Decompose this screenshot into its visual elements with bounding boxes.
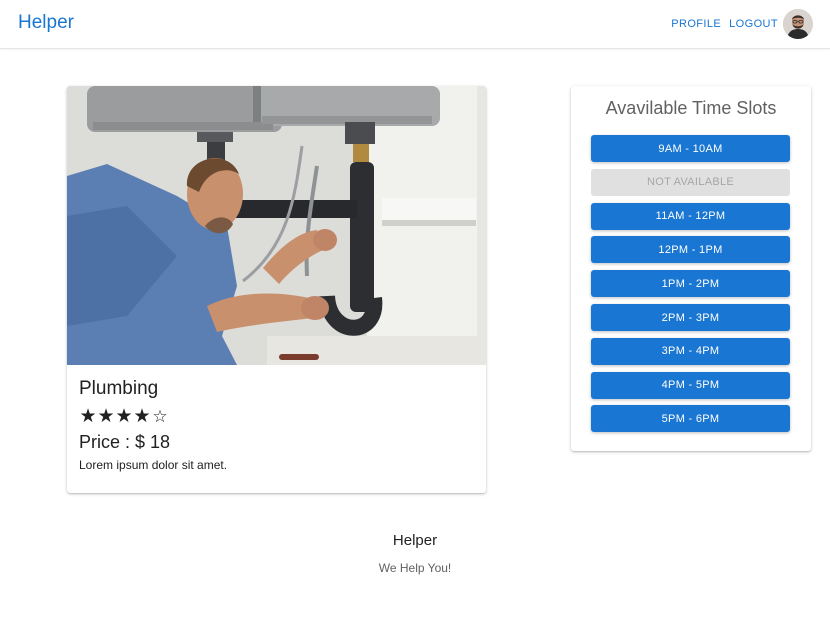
price: Price : $ 18 bbox=[79, 432, 170, 453]
service-card: Plumbing ★ ★ ★ ★ ☆ Price : $ 18 Lorem ipsum … bbox=[67, 86, 486, 493]
time-slots-title: Avavilable Time Slots bbox=[605, 98, 777, 118]
service-description: Lorem ipsum dolor sit amet. bbox=[79, 458, 228, 472]
time-slots-card: Avavilable Time Slots 9AM - 10AM NOT AVAI… bbox=[571, 86, 811, 451]
brand-logo[interactable]: Helper bbox=[18, 12, 74, 34]
logout-link[interactable]: LOGOUT bbox=[729, 18, 778, 30]
plumber-photo bbox=[67, 86, 486, 365]
time-slot-button[interactable]: 11AM - 12PM bbox=[591, 202, 790, 230]
avatar-image bbox=[783, 9, 813, 39]
price-label: Price : $ bbox=[79, 432, 146, 452]
star-filled-icon: ★ bbox=[97, 406, 115, 427]
avatar[interactable] bbox=[783, 9, 813, 39]
time-slot-button[interactable]: 3PM - 4PM bbox=[591, 337, 790, 365]
time-slot-button[interactable]: 1PM - 2PM bbox=[591, 270, 790, 298]
time-slot-button[interactable]: 5PM - 6PM bbox=[591, 405, 790, 433]
time-slot-button[interactable]: 9AM - 10AM bbox=[591, 135, 790, 162]
app-bar: Helper PROFILE LOGOUT bbox=[0, 0, 830, 49]
footer-title: Helper bbox=[392, 532, 438, 549]
profile-link[interactable]: PROFILE bbox=[671, 18, 721, 30]
star-filled-icon: ★ bbox=[79, 406, 97, 427]
service-title: Plumbing bbox=[79, 378, 159, 399]
footer-tagline: We Help You! bbox=[378, 561, 452, 575]
time-slot-button[interactable]: 12PM - 1PM bbox=[591, 236, 790, 264]
time-slot-unavailable: NOT AVAILABLE bbox=[591, 168, 790, 196]
header-nav: PROFILE LOGOUT bbox=[671, 18, 778, 30]
time-slot-button[interactable]: 2PM - 3PM bbox=[591, 304, 790, 331]
price-value: 18 bbox=[150, 432, 171, 452]
star-filled-icon: ★ bbox=[115, 406, 133, 427]
star-filled-icon: ★ bbox=[133, 406, 151, 427]
star-empty-icon: ☆ bbox=[152, 407, 168, 426]
rating-stars: ★ ★ ★ ★ ☆ bbox=[79, 406, 169, 428]
time-slot-button[interactable]: 4PM - 5PM bbox=[591, 371, 790, 399]
